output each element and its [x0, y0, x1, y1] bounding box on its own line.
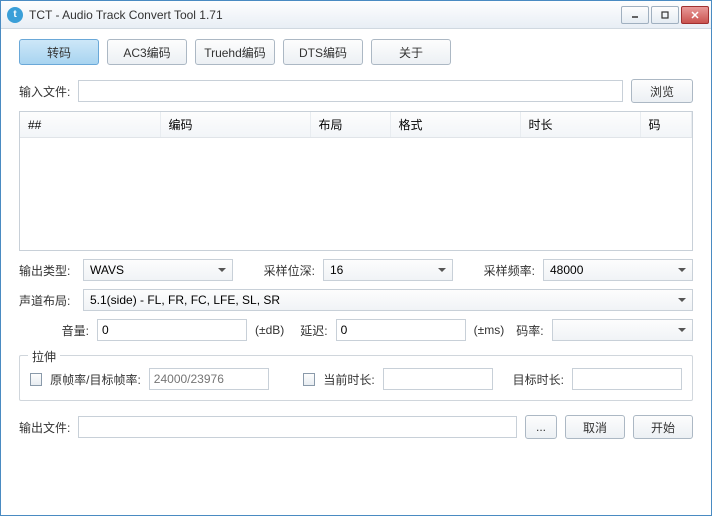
app-icon: t	[7, 7, 23, 23]
col-bitrate[interactable]: 码	[640, 112, 692, 138]
col-format[interactable]: 格式	[390, 112, 520, 138]
target-duration-field[interactable]	[572, 368, 682, 390]
channel-layout-select[interactable]: 5.1(side) - FL, FR, FC, LFE, SL, SR	[83, 289, 693, 311]
window-controls	[621, 6, 709, 24]
window-title: TCT - Audio Track Convert Tool 1.71	[29, 8, 621, 22]
track-table[interactable]: ## 编码 布局 格式 时长 码	[19, 111, 693, 251]
cancel-button[interactable]: 取消	[565, 415, 625, 439]
tab-truehd[interactable]: Truehd编码	[195, 39, 275, 65]
volume-field[interactable]	[97, 319, 247, 341]
output-options-row: 输出类型: WAVS 采样位深: 16 采样频率: 48000	[19, 259, 693, 281]
sample-rate-select[interactable]: 48000	[543, 259, 693, 281]
tab-bar: 转码 AC3编码 Truehd编码 DTS编码 关于	[19, 39, 693, 65]
output-file-label: 输出文件:	[19, 419, 70, 436]
tab-ac3[interactable]: AC3编码	[107, 39, 187, 65]
sample-depth-label: 采样位深:	[264, 262, 315, 279]
col-index[interactable]: ##	[20, 112, 160, 138]
sample-rate-label: 采样频率:	[484, 262, 535, 279]
output-file-row: 输出文件: ... 取消 开始	[19, 415, 693, 439]
tab-transcode[interactable]: 转码	[19, 39, 99, 65]
volume-delay-row: 音量: (±dB) 延迟: (±ms) 码率:	[19, 319, 693, 341]
input-file-field[interactable]	[78, 80, 623, 102]
browse-button[interactable]: 浏览	[631, 79, 693, 103]
volume-label: 音量:	[19, 322, 89, 339]
maximize-button[interactable]	[651, 6, 679, 24]
input-file-row: 输入文件: 浏览	[19, 79, 693, 103]
close-button[interactable]	[681, 6, 709, 24]
col-codec[interactable]: 编码	[160, 112, 310, 138]
delay-label: 延迟:	[300, 322, 327, 339]
target-duration-label: 目标时长:	[513, 371, 564, 388]
col-duration[interactable]: 时长	[520, 112, 640, 138]
output-type-select[interactable]: WAVS	[83, 259, 233, 281]
minimize-button[interactable]	[621, 6, 649, 24]
bitrate-select[interactable]	[552, 319, 693, 341]
duration-checkbox[interactable]	[303, 373, 315, 386]
input-file-label: 输入文件:	[19, 83, 70, 100]
stretch-group-title: 拉伸	[28, 348, 60, 365]
channel-layout-row: 声道布局: 5.1(side) - FL, FR, FC, LFE, SL, S…	[19, 289, 693, 311]
volume-unit: (±dB)	[255, 323, 284, 337]
start-button[interactable]: 开始	[633, 415, 693, 439]
stretch-row: 原帧率/目标帧率: 当前时长: 目标时长:	[30, 368, 682, 390]
table-header-row: ## 编码 布局 格式 时长 码	[20, 112, 692, 138]
bitrate-label: 码率:	[516, 322, 543, 339]
fps-field[interactable]	[149, 368, 269, 390]
col-layout[interactable]: 布局	[310, 112, 390, 138]
output-file-field[interactable]	[78, 416, 517, 438]
current-duration-label: 当前时长:	[323, 371, 374, 388]
output-browse-button[interactable]: ...	[525, 415, 557, 439]
current-duration-field[interactable]	[383, 368, 493, 390]
sample-depth-select[interactable]: 16	[323, 259, 453, 281]
app-window: t TCT - Audio Track Convert Tool 1.71 转码…	[0, 0, 712, 516]
content-area: 转码 AC3编码 Truehd编码 DTS编码 关于 输入文件: 浏览 ## 编…	[1, 29, 711, 515]
delay-field[interactable]	[336, 319, 466, 341]
tab-dts[interactable]: DTS编码	[283, 39, 363, 65]
delay-unit: (±ms)	[474, 323, 505, 337]
channel-layout-label: 声道布局:	[19, 292, 75, 309]
fps-label: 原帧率/目标帧率:	[50, 371, 141, 388]
titlebar: t TCT - Audio Track Convert Tool 1.71	[1, 1, 711, 29]
stretch-group: 拉伸 原帧率/目标帧率: 当前时长: 目标时长:	[19, 355, 693, 401]
output-type-label: 输出类型:	[19, 262, 75, 279]
tab-about[interactable]: 关于	[371, 39, 451, 65]
fps-checkbox[interactable]	[30, 373, 42, 386]
